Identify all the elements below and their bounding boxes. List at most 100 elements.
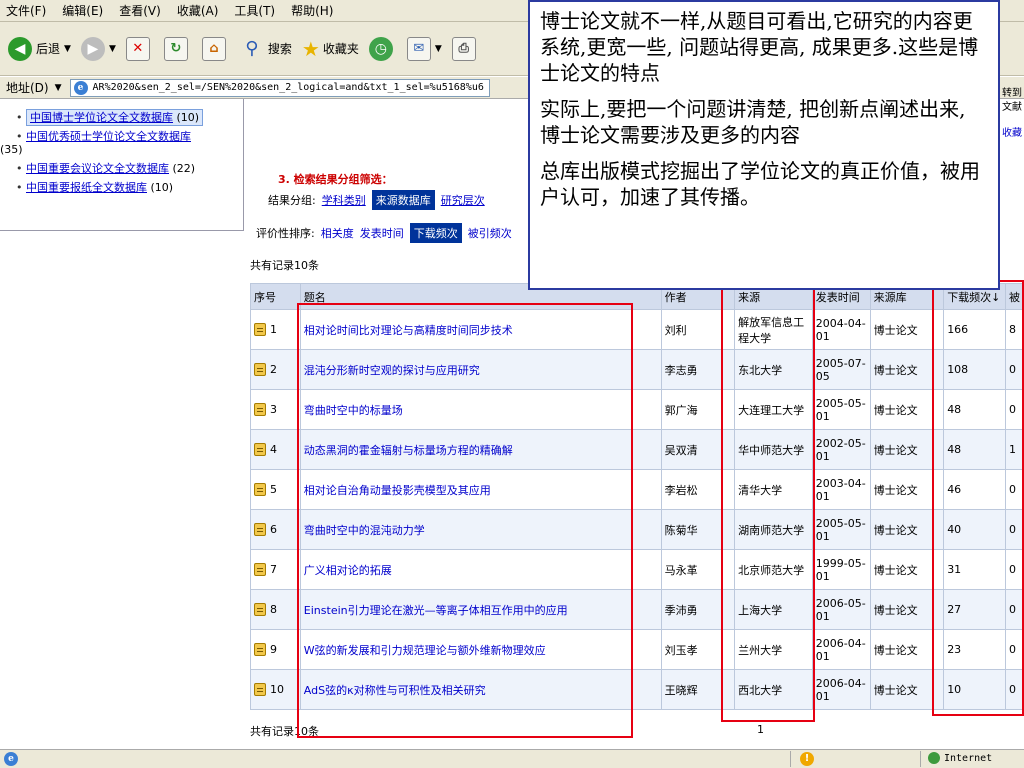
col-header-no[interactable]: 序号 — [250, 283, 301, 310]
document-icon[interactable] — [254, 483, 266, 497]
home-button[interactable]: ⌂ — [201, 36, 230, 61]
sidebar-item-doctoral[interactable]: 中国博士学位论文全文数据库 (10) — [16, 109, 243, 126]
menu-tools[interactable]: 工具(T) — [234, 2, 275, 19]
zone-label: Internet — [944, 752, 993, 764]
sidebar-item-label[interactable]: 中国博士学位论文全文数据库 — [30, 111, 173, 124]
result-date: 2002-05-01 — [811, 429, 871, 470]
row-no: 5 — [270, 482, 277, 496]
highlight-box-sources — [721, 286, 815, 722]
database-sidebar: 中国博士学位论文全文数据库 (10) 中国优秀硕士学位论文全文数据库 (35) … — [0, 99, 244, 231]
document-icon[interactable] — [254, 643, 266, 657]
sidebar-item-label[interactable]: 中国重要报纸全文数据库 — [26, 181, 147, 194]
status-bar: e ! Internet — [0, 749, 1024, 768]
globe-icon — [928, 752, 940, 764]
menu-favorites[interactable]: 收藏(A) — [177, 2, 219, 19]
highlight-box-titles — [297, 303, 633, 738]
document-icon[interactable] — [254, 403, 266, 417]
sort-row: 评价性排序: 相关度 发表时间 下载频次 被引频次 — [256, 223, 512, 243]
row-no-cell: 1 — [250, 309, 301, 350]
dropdown-arrow-icon: ▼ — [108, 43, 116, 54]
security-zone[interactable]: Internet — [928, 752, 992, 764]
callout-paragraph: 总库出版模式挖掘出了学位论文的真正价值，被用户认可，加速了其传播。 — [540, 159, 980, 209]
dropdown-arrow-icon: ▼ — [434, 43, 442, 54]
status-divider — [790, 751, 791, 767]
sort-relevance-link[interactable]: 相关度 — [321, 225, 354, 241]
sidebar-item-conference[interactable]: 中国重要会议论文全文数据库 (22) — [16, 162, 243, 175]
sidebar-item-count: (35) — [0, 143, 23, 156]
ie-page-icon: e — [4, 752, 18, 766]
back-arrow-icon: ◀ — [8, 36, 32, 61]
row-no-cell: 7 — [250, 549, 301, 590]
sidebar-item-label[interactable]: 中国优秀硕士学位论文全文数据库 — [26, 130, 191, 143]
row-no: 8 — [270, 602, 277, 616]
sort-cited-link[interactable]: 被引频次 — [468, 225, 512, 241]
result-date: 2005-07-05 — [811, 349, 871, 390]
document-icon[interactable] — [254, 523, 266, 537]
print-button[interactable]: ⎙ — [451, 36, 480, 61]
warning-icon[interactable]: ! — [800, 752, 814, 766]
row-no-cell: 10 — [250, 669, 301, 710]
address-label: 地址(D) — [6, 81, 49, 95]
menu-help[interactable]: 帮助(H) — [291, 2, 333, 19]
menu-file[interactable]: 文件(F) — [6, 2, 46, 19]
sidebar-item-count: (22) — [172, 162, 196, 175]
result-date: 2004-04-01 — [811, 309, 871, 350]
dropdown-arrow-icon: ▼ — [64, 43, 71, 54]
history-icon: ◷ — [368, 36, 393, 61]
document-icon[interactable] — [254, 363, 266, 377]
forward-button[interactable]: ▶ ▼ — [80, 36, 116, 61]
filter-title: 3. 检索结果分组筛选： — [278, 173, 393, 186]
menu-view[interactable]: 查看(V) — [119, 2, 161, 19]
sidebar-item-label[interactable]: 中国重要会议论文全文数据库 — [26, 162, 169, 175]
forward-arrow-icon: ▶ — [80, 36, 105, 61]
result-date: 2006-05-01 — [811, 589, 871, 630]
stop-icon: ✕ — [125, 36, 150, 61]
mail-button[interactable]: ✉ ▼ — [406, 36, 442, 61]
sort-date-link[interactable]: 发表时间 — [360, 225, 404, 241]
search-icon: ⚲ — [245, 38, 259, 59]
history-button[interactable]: ◷ — [368, 36, 397, 61]
result-date: 2006-04-01 — [811, 669, 871, 710]
group-filter-row: 结果分组: 学科类别 来源数据库 研究层次 — [268, 190, 485, 210]
home-icon: ⌂ — [201, 36, 226, 61]
group-source-tab[interactable]: 来源数据库 — [371, 190, 435, 210]
row-no-cell: 2 — [250, 349, 301, 390]
goto-link[interactable]: 转到 — [1002, 84, 1022, 99]
document-icon[interactable] — [254, 603, 266, 617]
row-no: 3 — [270, 402, 277, 416]
page-number[interactable]: 1 — [757, 723, 764, 736]
result-date: 2006-04-01 — [811, 629, 871, 670]
sidebar-item-count: (10) — [150, 181, 174, 194]
sidebar-item-newspaper[interactable]: 中国重要报纸全文数据库 (10) — [16, 181, 243, 194]
group-level-link[interactable]: 研究层次 — [441, 192, 485, 208]
annotation-callout: 博士论文就不一样,从题目可看出,它研究的内容更系统,更宽一些, 问题站得更高, … — [528, 0, 1000, 290]
sidebar-item-masters[interactable]: 中国优秀硕士学位论文全文数据库 (35) — [0, 130, 243, 156]
address-input[interactable]: e AR%2020&sen_2_sel=/SEN%2020&sen_2_logi… — [69, 78, 490, 97]
group-label: 结果分组: — [268, 194, 316, 207]
print-icon: ⎙ — [451, 36, 476, 61]
document-icon[interactable] — [254, 563, 266, 577]
back-label: 后退 — [36, 42, 61, 56]
stop-button[interactable]: ✕ — [125, 36, 154, 61]
sort-downloads-tab[interactable]: 下载频次 — [409, 223, 462, 243]
back-button[interactable]: ◀ 后退 ▼ — [8, 36, 71, 61]
document-icon[interactable] — [254, 683, 266, 697]
result-date: 1999-05-01 — [811, 549, 871, 590]
menu-edit[interactable]: 编辑(E) — [62, 2, 103, 19]
address-url: AR%2020&sen_2_sel=/SEN%2020&sen_2_logica… — [92, 81, 484, 93]
group-subject-link[interactable]: 学科类别 — [322, 192, 366, 208]
highlight-box-downloads — [932, 280, 1024, 716]
document-icon[interactable] — [254, 323, 266, 337]
refresh-button[interactable]: ↻ — [163, 36, 192, 61]
callout-paragraph: 博士论文就不一样,从题目可看出,它研究的内容更系统,更宽一些, 问题站得更高, … — [540, 9, 979, 85]
favorite-link[interactable]: 收藏 — [1002, 124, 1022, 139]
row-no: 10 — [270, 682, 284, 696]
search-button[interactable]: ⚲ 搜索 — [240, 37, 292, 61]
favorites-button[interactable]: ★ 收藏夹 — [302, 37, 359, 61]
row-no-cell: 9 — [250, 629, 301, 670]
dropdown-arrow-icon: ▼ — [54, 82, 62, 93]
literature-link[interactable]: 文献 — [1002, 98, 1022, 113]
document-icon[interactable] — [254, 443, 266, 457]
record-count-top: 共有记录10条 — [250, 259, 319, 272]
result-date: 2005-05-01 — [811, 389, 871, 430]
